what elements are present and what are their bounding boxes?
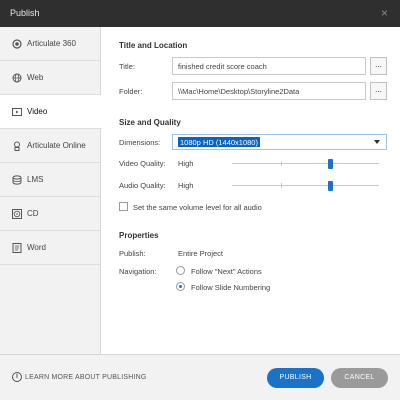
sidebar-item-cd[interactable]: CD — [0, 197, 101, 231]
title-bar: Publish × — [0, 0, 400, 27]
slider-tick — [281, 161, 282, 166]
sidebar-item-label: Web — [27, 73, 44, 82]
slider-track — [232, 163, 379, 164]
dialog-footer: i LEARN MORE ABOUT PUBLISHING PUBLISH CA… — [0, 354, 400, 400]
articulate-online-icon — [14, 141, 20, 151]
cd-icon — [12, 209, 22, 219]
follow-slide-numbering-radio[interactable] — [176, 282, 185, 291]
publish-button[interactable]: PUBLISH — [267, 368, 324, 388]
video-quality-label: Video Quality: — [119, 159, 166, 168]
audio-quality-slider[interactable] — [232, 181, 379, 191]
slider-thumb[interactable] — [328, 159, 333, 169]
sidebar-item-label: Articulate Online — [27, 141, 86, 150]
audio-quality-value: High — [178, 181, 194, 190]
learn-more-link[interactable]: LEARN MORE ABOUT PUBLISHING — [25, 374, 147, 381]
folder-field[interactable]: \\Mac\Home\Desktop\Storyline2Data — [172, 82, 366, 100]
title-location-heading: Title and Location — [119, 41, 188, 50]
cancel-button[interactable]: CANCEL — [331, 368, 388, 388]
same-volume-checkbox[interactable] — [119, 202, 128, 211]
video-quality-slider[interactable] — [232, 159, 379, 169]
size-quality-heading: Size and Quality — [119, 118, 181, 127]
follow-slide-numbering-label: Follow Slide Numbering — [191, 283, 271, 292]
navigation-label: Navigation: — [119, 267, 157, 276]
follow-next-actions-label: Follow "Next" Actions — [191, 267, 262, 276]
dimensions-selected-value: 1080p HD (1440x1080) — [178, 137, 260, 147]
slider-thumb[interactable] — [328, 181, 333, 191]
dimensions-dropdown[interactable]: 1080p HD (1440x1080) — [172, 134, 387, 150]
sidebar-item-label: CD — [27, 209, 39, 218]
globe-icon — [12, 73, 22, 83]
dimensions-label: Dimensions: — [119, 138, 161, 147]
sidebar-item-articulate-360[interactable]: Articulate 360 — [0, 27, 101, 61]
properties-heading: Properties — [119, 231, 159, 240]
folder-label: Folder: — [119, 87, 143, 96]
same-volume-label: Set the same volume level for all audio — [133, 203, 262, 212]
sidebar-item-video[interactable]: Video — [0, 95, 102, 129]
sidebar-item-label: Video — [27, 107, 48, 116]
publish-target-sidebar: Articulate 360 Web Video Articulate Onli… — [0, 27, 102, 354]
window-title: Publish — [10, 8, 40, 18]
title-field[interactable]: finished credit score coach — [172, 57, 366, 75]
slider-track — [232, 185, 379, 186]
title-label: Title: — [119, 62, 135, 71]
lms-stack-icon — [12, 175, 22, 185]
audio-quality-label: Audio Quality: — [119, 181, 166, 190]
slider-tick — [281, 183, 282, 188]
chevron-down-icon — [374, 140, 380, 144]
video-quality-value: High — [178, 159, 194, 168]
info-icon[interactable]: i — [12, 372, 22, 382]
publish-scope-value: Entire Project — [178, 249, 224, 258]
folder-browse-button[interactable]: ... — [370, 82, 387, 100]
sidebar-item-web[interactable]: Web — [0, 61, 101, 95]
follow-next-actions-radio[interactable] — [176, 266, 185, 275]
sidebar-item-label: Word — [27, 243, 46, 252]
sidebar-item-word[interactable]: Word — [0, 231, 101, 265]
sidebar-item-label: Articulate 360 — [27, 39, 76, 48]
video-icon — [12, 108, 22, 116]
close-icon[interactable]: × — [381, 6, 388, 20]
sidebar-item-articulate-online[interactable]: Articulate Online — [0, 129, 101, 163]
articulate-360-icon — [12, 39, 22, 49]
publish-settings-panel: Title and Location Title: finished credi… — [102, 27, 400, 354]
word-doc-icon — [12, 243, 22, 253]
sidebar-item-lms[interactable]: LMS — [0, 163, 101, 197]
publish-scope-label: Publish: — [119, 249, 146, 258]
title-browse-button[interactable]: ... — [370, 57, 387, 75]
sidebar-item-label: LMS — [27, 175, 44, 184]
